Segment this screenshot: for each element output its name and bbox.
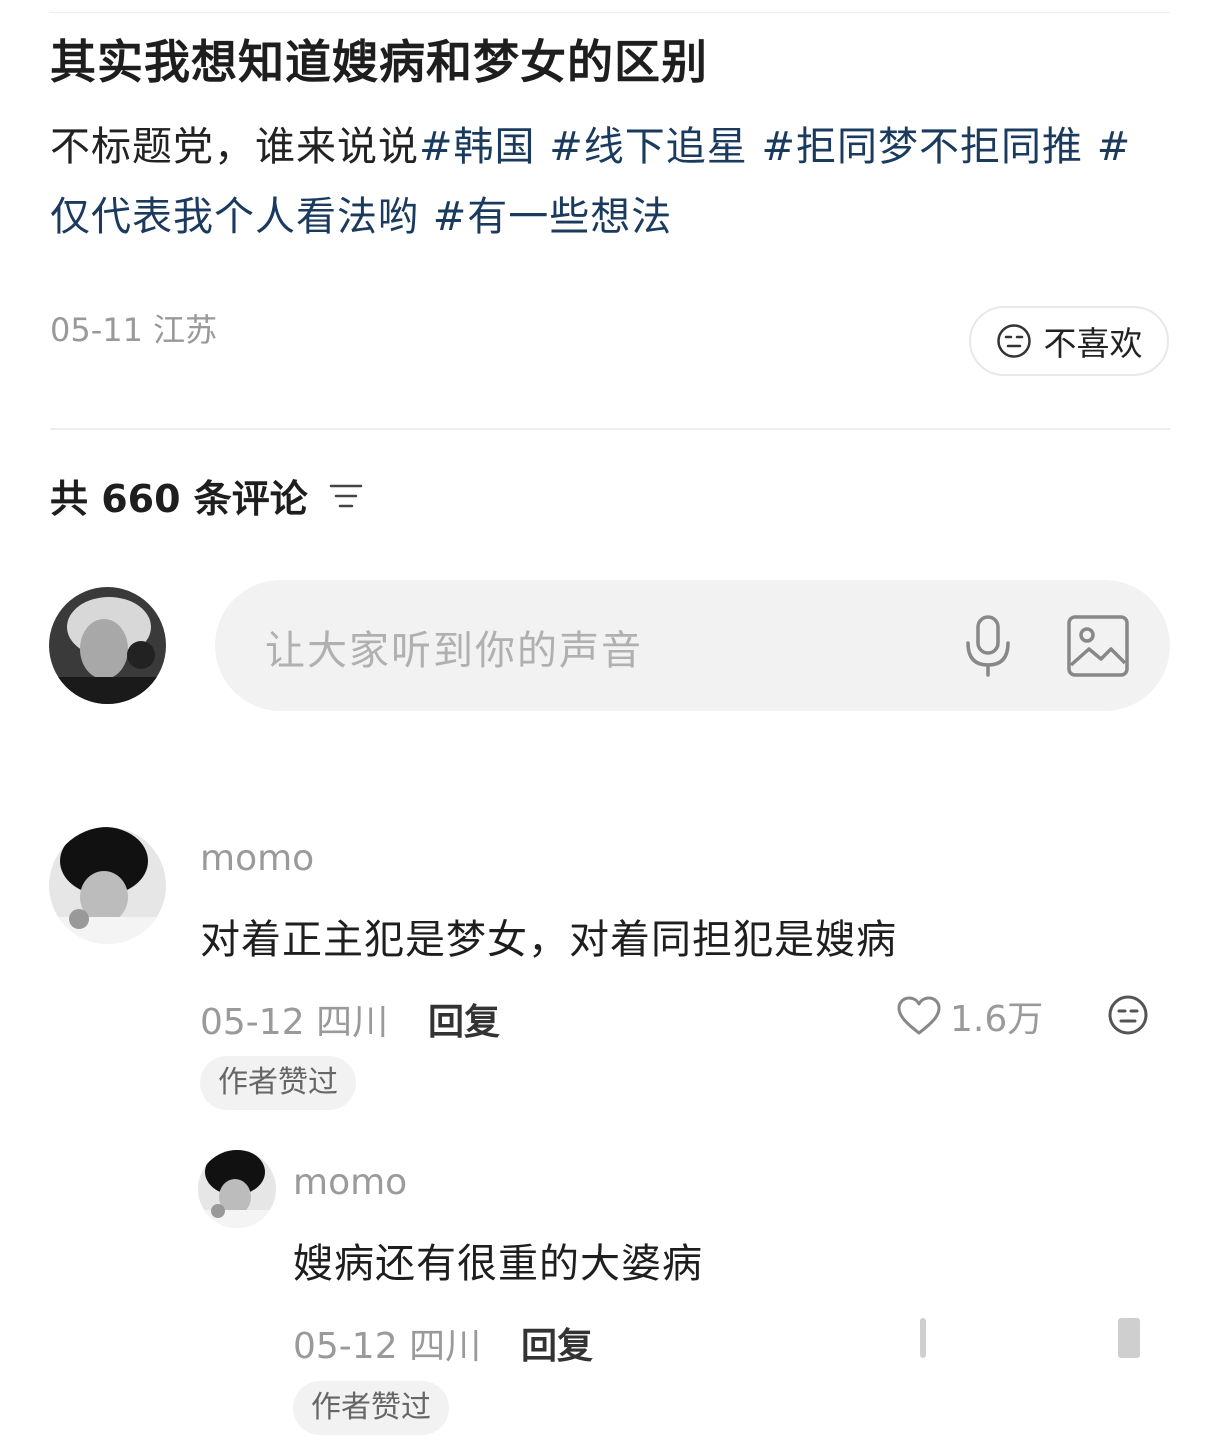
hashtag-some-thoughts[interactable]: #有一些想法 [433,194,673,240]
comment-text: 对着正主犯是梦女，对着同担犯是嫂病 [200,917,897,963]
sort-icon[interactable] [328,481,364,511]
reply-author-avatar[interactable] [198,1150,276,1228]
dislike-label: 不喜欢 [1043,324,1143,363]
dislike-button[interactable]: 不喜欢 [969,306,1169,376]
reply-text: 嫂病还有很重的大婆病 [293,1241,703,1287]
reply-reply-button[interactable]: 回复 [521,1317,593,1369]
reply-location: 四川 [409,1326,482,1367]
section-divider [50,428,1170,430]
comment-author-name[interactable]: momo [200,838,314,879]
post-location: 江苏 [153,311,218,349]
comment-author-avatar[interactable] [49,827,166,944]
author-liked-badge: 作者赞过 [200,1056,356,1110]
comment-location: 四川 [316,1002,389,1043]
microphone-icon[interactable] [960,613,1016,679]
reply-button[interactable]: 回复 [428,993,500,1045]
like-count: 1.6万 [950,999,1044,1040]
reply-author-liked-badge: 作者赞过 [293,1381,449,1435]
top-divider [50,12,1170,13]
current-user-avatar[interactable] [49,587,166,704]
post-title: 其实我想知道嫂病和梦女的区别 [50,35,708,89]
comment-input[interactable]: 让大家听到你的声音 [215,580,1170,711]
comment-meta: 05-12 四川 [200,993,388,1045]
hashtag-korea[interactable]: #韩国 [419,124,536,170]
comment-input-placeholder: 让大家听到你的声音 [265,628,643,674]
neutral-face-icon[interactable] [1107,994,1149,1036]
comments-count-label: 共 660 条评论 [50,477,308,521]
like-button[interactable]: 1.6万 [896,990,1043,1042]
post-body: 不标题党，谁来说说#韩国 #线下追星 #拒同梦不拒同推 #仅代表我个人看法哟 #… [50,112,1170,252]
image-icon[interactable] [1065,613,1131,679]
hashtag-fan-type[interactable]: #拒同梦不拒同推 [761,124,1083,170]
reply-date: 05-12 [293,1326,398,1367]
faded-like-indicator [920,1318,926,1358]
heart-icon [897,996,941,1035]
reply-author-name[interactable]: momo [293,1162,407,1203]
post-meta: 05-11 江苏 [50,305,217,351]
faded-dislike-indicator [1118,1318,1140,1358]
comment-date: 05-12 [200,1002,305,1043]
neutral-face-icon [996,324,1031,358]
comments-header: 共 660 条评论 [50,468,364,523]
hashtag-offline-idol[interactable]: #线下追星 [549,124,748,170]
reply-meta: 05-12 四川 [293,1317,481,1369]
post-date: 05-11 [50,311,143,349]
post-body-text: 不标题党，谁来说说 [50,124,419,170]
